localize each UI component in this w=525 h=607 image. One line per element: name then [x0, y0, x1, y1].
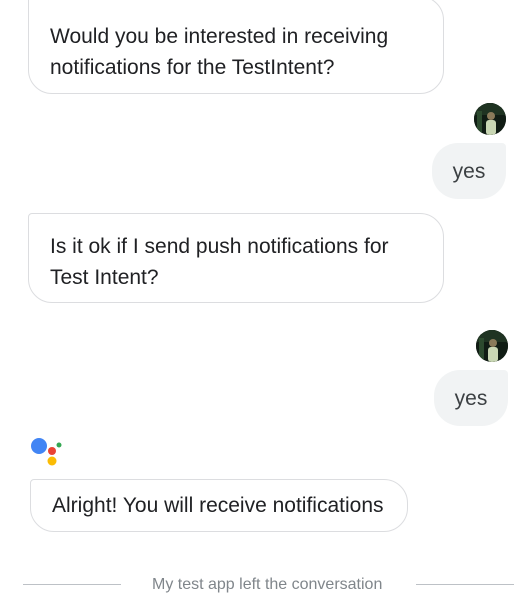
assistant-message-bubble: Is it ok if I send push notifications fo… — [28, 213, 444, 303]
user-message-text: yes — [454, 387, 488, 410]
system-message: My test app left the conversation — [152, 576, 383, 593]
google-assistant-icon — [30, 436, 64, 475]
assistant-message-text: Would you be interested in receiving not… — [50, 25, 389, 79]
divider-right — [416, 584, 514, 585]
conversation-view: Would you be interested in receiving not… — [0, 0, 525, 607]
user-avatar-icon — [474, 103, 506, 135]
user-avatar-icon — [476, 330, 508, 362]
assistant-message-text: Is it ok if I send push notifications fo… — [50, 235, 389, 289]
user-message-text: yes — [452, 160, 486, 183]
divider-left — [23, 584, 121, 585]
assistant-message-bubble: Would you be interested in receiving not… — [28, 0, 444, 94]
assistant-message-text: Alright! You will receive notifications — [52, 494, 384, 517]
assistant-message-bubble: Alright! You will receive notifications — [30, 479, 408, 532]
user-message-bubble: yes — [432, 143, 506, 199]
user-message-bubble: yes — [434, 370, 508, 426]
